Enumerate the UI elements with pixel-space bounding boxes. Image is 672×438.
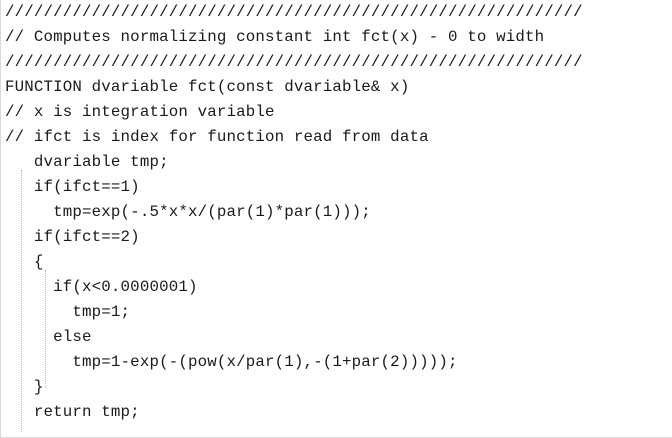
code-line-4[interactable]: FUNCTION dvariable fct(const dvariable& … [5,75,409,100]
code-line-16[interactable]: } [5,375,44,400]
code-line-15[interactable]: tmp=1-exp(-(pow(x/par(1),-(1+par(2))))); [5,350,458,375]
code-line-9[interactable]: tmp=exp(-.5*x*x/(par(1)*par(1))); [5,200,371,225]
code-line-17[interactable]: return tmp; [5,400,140,425]
code-line-11[interactable]: { [5,250,44,275]
code-line-2[interactable]: // Computes normalizing constant int fct… [5,25,544,50]
code-line-12[interactable]: if(x<0.0000001) [5,275,198,300]
code-line-7[interactable]: dvariable tmp; [5,150,169,175]
code-line-8[interactable]: if(ifct==1) [5,175,140,200]
code-line-1[interactable]: ////////////////////////////////////////… [5,0,583,25]
code-line-6[interactable]: // ifct is index for function read from … [5,125,429,150]
code-line-10[interactable]: if(ifct==2) [5,225,140,250]
code-line-5[interactable]: // x is integration variable [5,100,275,125]
code-line-13[interactable]: tmp=1; [5,300,130,325]
code-line-3[interactable]: ////////////////////////////////////////… [5,50,583,75]
code-editor[interactable]: ////////////////////////////////////////… [0,0,672,438]
code-line-14[interactable]: else [5,325,92,350]
